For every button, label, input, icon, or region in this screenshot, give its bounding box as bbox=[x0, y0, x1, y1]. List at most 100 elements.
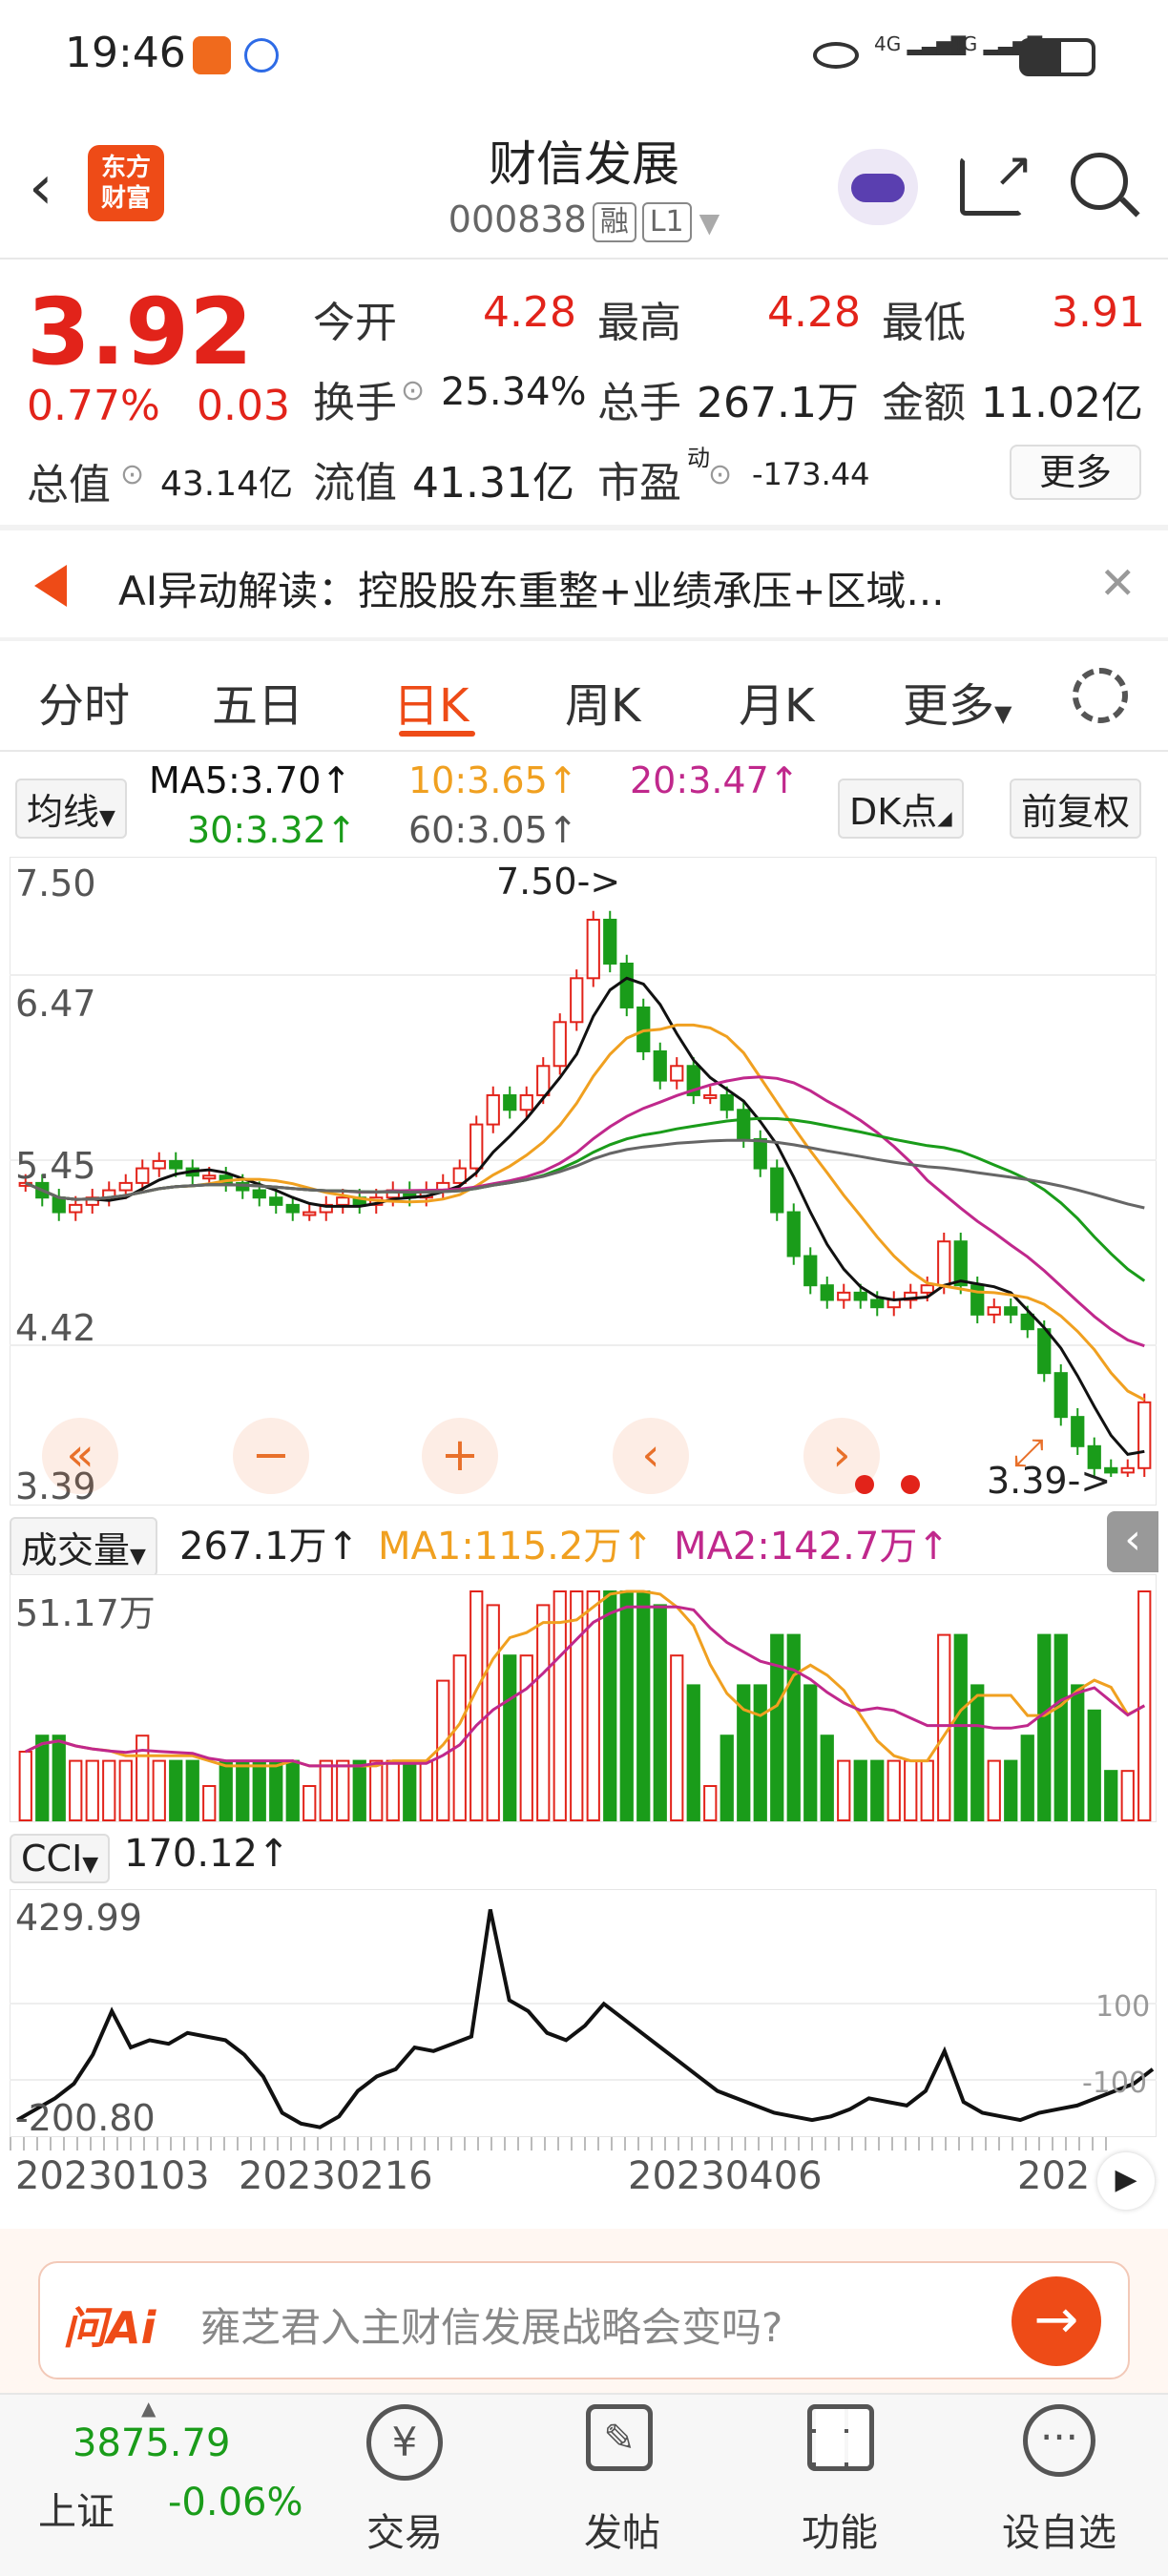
candle-body bbox=[252, 1189, 266, 1199]
volume-bar bbox=[953, 1633, 968, 1821]
volume-label: 总手 bbox=[597, 379, 681, 427]
open-label: 今开 bbox=[313, 299, 397, 347]
candle-body bbox=[118, 1181, 133, 1192]
tab-more[interactable]: 更多▼ bbox=[903, 668, 1012, 735]
volume-bar bbox=[403, 1759, 417, 1822]
ma20-label: 20:3.47↑ bbox=[630, 759, 800, 801]
open-value: 4.28 bbox=[483, 288, 576, 337]
volume-bar bbox=[703, 1785, 718, 1821]
index-name[interactable]: 上证 bbox=[38, 2481, 115, 2536]
nav-post[interactable]: 发帖 bbox=[546, 2502, 699, 2557]
volume-bar bbox=[837, 1759, 851, 1822]
candle-body bbox=[1004, 1306, 1018, 1316]
turnover-info-icon[interactable]: ⊙ bbox=[401, 374, 425, 407]
volume-bar bbox=[18, 1751, 32, 1821]
robot-avatar-icon[interactable] bbox=[838, 149, 918, 225]
zoom-in-button[interactable]: + bbox=[422, 1418, 498, 1494]
turnover-value: 25.34% bbox=[441, 370, 587, 414]
ma-select[interactable]: 均线▼ bbox=[15, 779, 127, 839]
battery-icon bbox=[1019, 38, 1095, 76]
post-icon[interactable]: ✎ bbox=[586, 2404, 653, 2471]
watchlist-icon[interactable]: ··· bbox=[1023, 2404, 1095, 2477]
ma-select-label: 均线 bbox=[27, 791, 100, 833]
expand-icon[interactable]: ⤢ bbox=[1013, 1431, 1044, 1475]
dropdown-icon: ▼ bbox=[699, 207, 720, 239]
kline-chart[interactable] bbox=[10, 857, 1157, 1506]
date-label-2: 20230216 bbox=[239, 2154, 433, 2198]
volume-bar bbox=[118, 1759, 133, 1822]
candle-body bbox=[553, 1021, 567, 1068]
cci-indicator-select[interactable]: CCI▼ bbox=[10, 1834, 111, 1883]
index-value[interactable]: 3875.79 bbox=[73, 2421, 230, 2465]
nav-functions[interactable]: 功能 bbox=[763, 2502, 916, 2557]
dk-point-label: DK点 bbox=[849, 791, 938, 833]
volume-bar bbox=[85, 1759, 99, 1822]
volume-bar bbox=[653, 1604, 667, 1822]
index-change[interactable]: -0.06% bbox=[168, 2481, 303, 2524]
nav-trade[interactable]: 交易 bbox=[328, 2502, 481, 2557]
eye-icon bbox=[813, 42, 859, 69]
date-label-1: 20230103 bbox=[15, 2154, 210, 2198]
cci-chart[interactable] bbox=[10, 1889, 1157, 2137]
candle-body bbox=[52, 1196, 66, 1214]
settings-gear-icon[interactable] bbox=[1073, 668, 1128, 723]
kline-y-label-3: 5.45 bbox=[15, 1145, 96, 1187]
share-icon[interactable]: ↗ bbox=[960, 146, 1033, 216]
pe-info-icon[interactable]: ⊙ bbox=[708, 458, 732, 491]
nav-watchlist[interactable]: 设自选 bbox=[983, 2502, 1136, 2557]
low-price-marker: 3.39-> bbox=[987, 1460, 1112, 1502]
candle-body bbox=[519, 1093, 533, 1111]
side-collapse-button[interactable]: ‹ bbox=[1107, 1511, 1158, 1572]
page-dot-2 bbox=[901, 1475, 920, 1494]
candle-body bbox=[586, 918, 600, 980]
volume-chart[interactable] bbox=[10, 1574, 1157, 1822]
page-dot-1 bbox=[855, 1475, 874, 1494]
scroll-left-button[interactable]: ‹ bbox=[613, 1418, 689, 1494]
more-button[interactable]: 更多 bbox=[1010, 445, 1141, 500]
scroll-to-start-button[interactable]: « bbox=[42, 1418, 118, 1494]
pe-label: 市盈 bbox=[597, 459, 681, 508]
ma30-label: 30:3.32↑ bbox=[187, 809, 357, 851]
volume-bar bbox=[52, 1735, 66, 1821]
ask-ai-send-button[interactable]: → bbox=[1012, 2276, 1101, 2366]
tab-five-day[interactable]: 五日 bbox=[212, 668, 303, 735]
volume-bar bbox=[1071, 1684, 1085, 1822]
cci-value: 170.12↑ bbox=[124, 1832, 290, 1876]
dk-point-select[interactable]: DK点◢ bbox=[838, 779, 964, 839]
change-percent: 0.77% bbox=[27, 382, 160, 430]
change-value: 0.03 bbox=[197, 382, 290, 430]
volume-bar bbox=[920, 1759, 934, 1822]
tab-weekly-k[interactable]: 周K bbox=[565, 668, 640, 735]
ma-select-caret-icon: ▼ bbox=[99, 806, 115, 830]
candle-body bbox=[269, 1196, 283, 1206]
network-label-1: 4G bbox=[874, 32, 902, 55]
ai-banner-text: AI异动解读：控股股东重整+业绩承压+区域... bbox=[118, 568, 945, 614]
info-icon[interactable]: ⊙ bbox=[120, 458, 144, 491]
volume-bar bbox=[519, 1654, 533, 1821]
volume-bar bbox=[670, 1654, 684, 1821]
tab-monthly-k[interactable]: 月K bbox=[739, 668, 814, 735]
volume-bar bbox=[1037, 1633, 1052, 1821]
volume-bar bbox=[870, 1759, 885, 1822]
cci-caret-icon: ▼ bbox=[82, 1853, 99, 1877]
functions-icon[interactable] bbox=[807, 2404, 874, 2471]
candle-body bbox=[753, 1137, 767, 1170]
ask-ai-placeholder: 雍芝君入主财信发展战略会变吗? bbox=[200, 2304, 783, 2351]
margin-tag: 融 bbox=[592, 201, 636, 242]
close-icon[interactable]: ✕ bbox=[1099, 557, 1137, 609]
candle-body bbox=[820, 1284, 834, 1301]
volume-bar bbox=[352, 1759, 366, 1822]
volume-bar bbox=[252, 1759, 266, 1822]
volume-bar bbox=[603, 1590, 617, 1821]
trade-icon[interactable]: ¥ bbox=[366, 2404, 443, 2481]
volume-indicator-select[interactable]: 成交量▼ bbox=[10, 1517, 157, 1577]
volume-value: 267.1万↑ bbox=[179, 1525, 360, 1568]
adjust-select[interactable]: 前复权 bbox=[1010, 779, 1142, 839]
zoom-out-button[interactable]: − bbox=[233, 1418, 309, 1494]
volume-bar bbox=[987, 1759, 1001, 1822]
turnover-label: 换手 bbox=[313, 379, 397, 427]
tab-intraday[interactable]: 分时 bbox=[38, 668, 130, 735]
volume-bar bbox=[35, 1735, 50, 1821]
tab-daily-k[interactable]: 日K bbox=[393, 668, 469, 735]
next-page-icon[interactable]: ▶ bbox=[1097, 2152, 1155, 2210]
